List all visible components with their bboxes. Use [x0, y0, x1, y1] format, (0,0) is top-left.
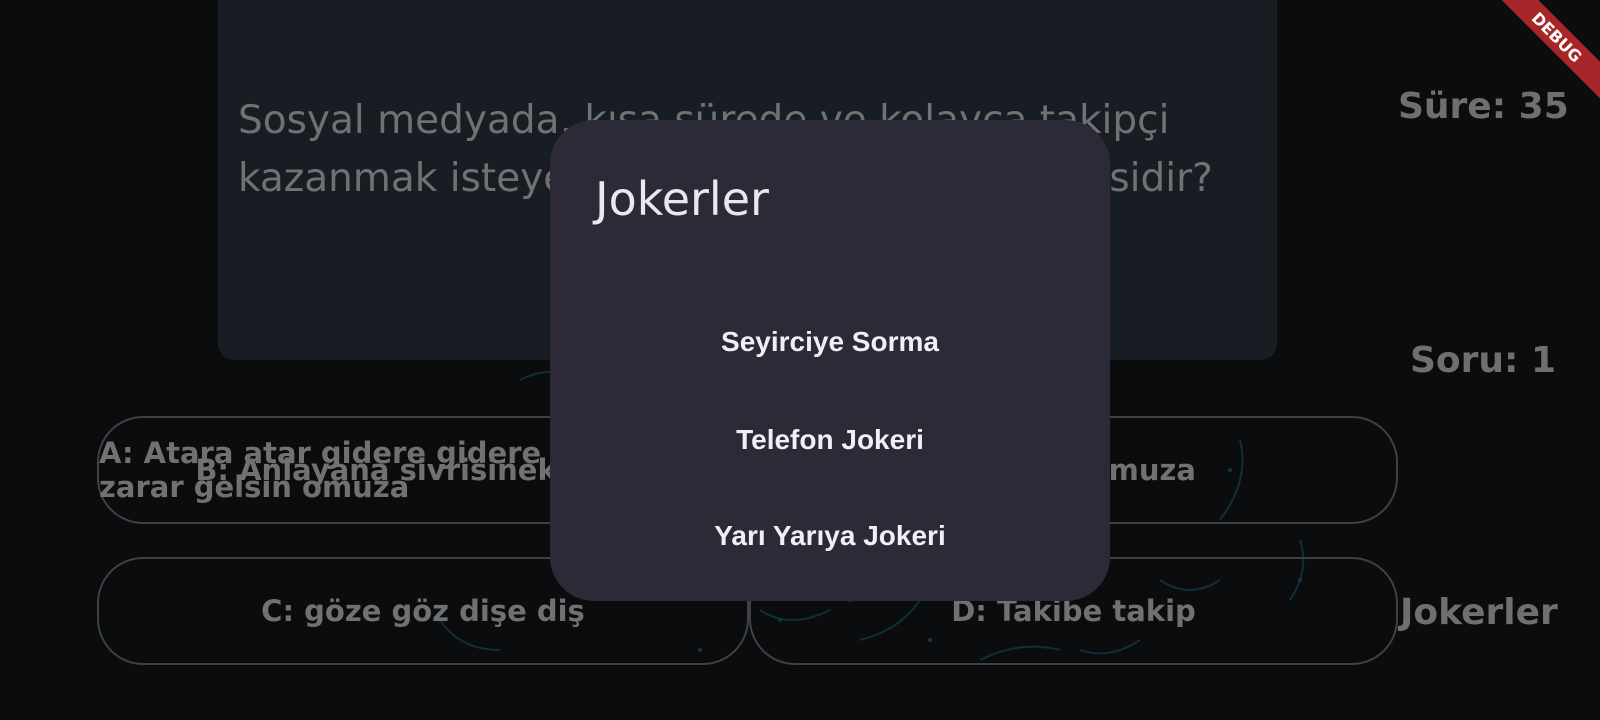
quiz-screen: Sosyal medyada, kısa sürede ve kolayca t… [0, 0, 1600, 720]
fifty-fifty-joker-button[interactable]: Yarı Yarıya Jokeri [550, 506, 1110, 566]
answer-c-label: C: göze göz dişe diş [261, 594, 585, 628]
phone-joker-button[interactable]: Telefon Jokeri [550, 410, 1110, 470]
dialog-title: Jokerler [595, 172, 769, 226]
timer-label: Süre: 35 [1398, 86, 1569, 127]
audience-joker-button[interactable]: Seyirciye Sorma [550, 312, 1110, 372]
question-number-label: Soru: 1 [1410, 340, 1557, 381]
jokers-dialog: Jokerler Seyirciye Sorma Telefon Jokeri … [550, 120, 1110, 601]
jokers-button[interactable]: Jokerler [1400, 592, 1558, 633]
